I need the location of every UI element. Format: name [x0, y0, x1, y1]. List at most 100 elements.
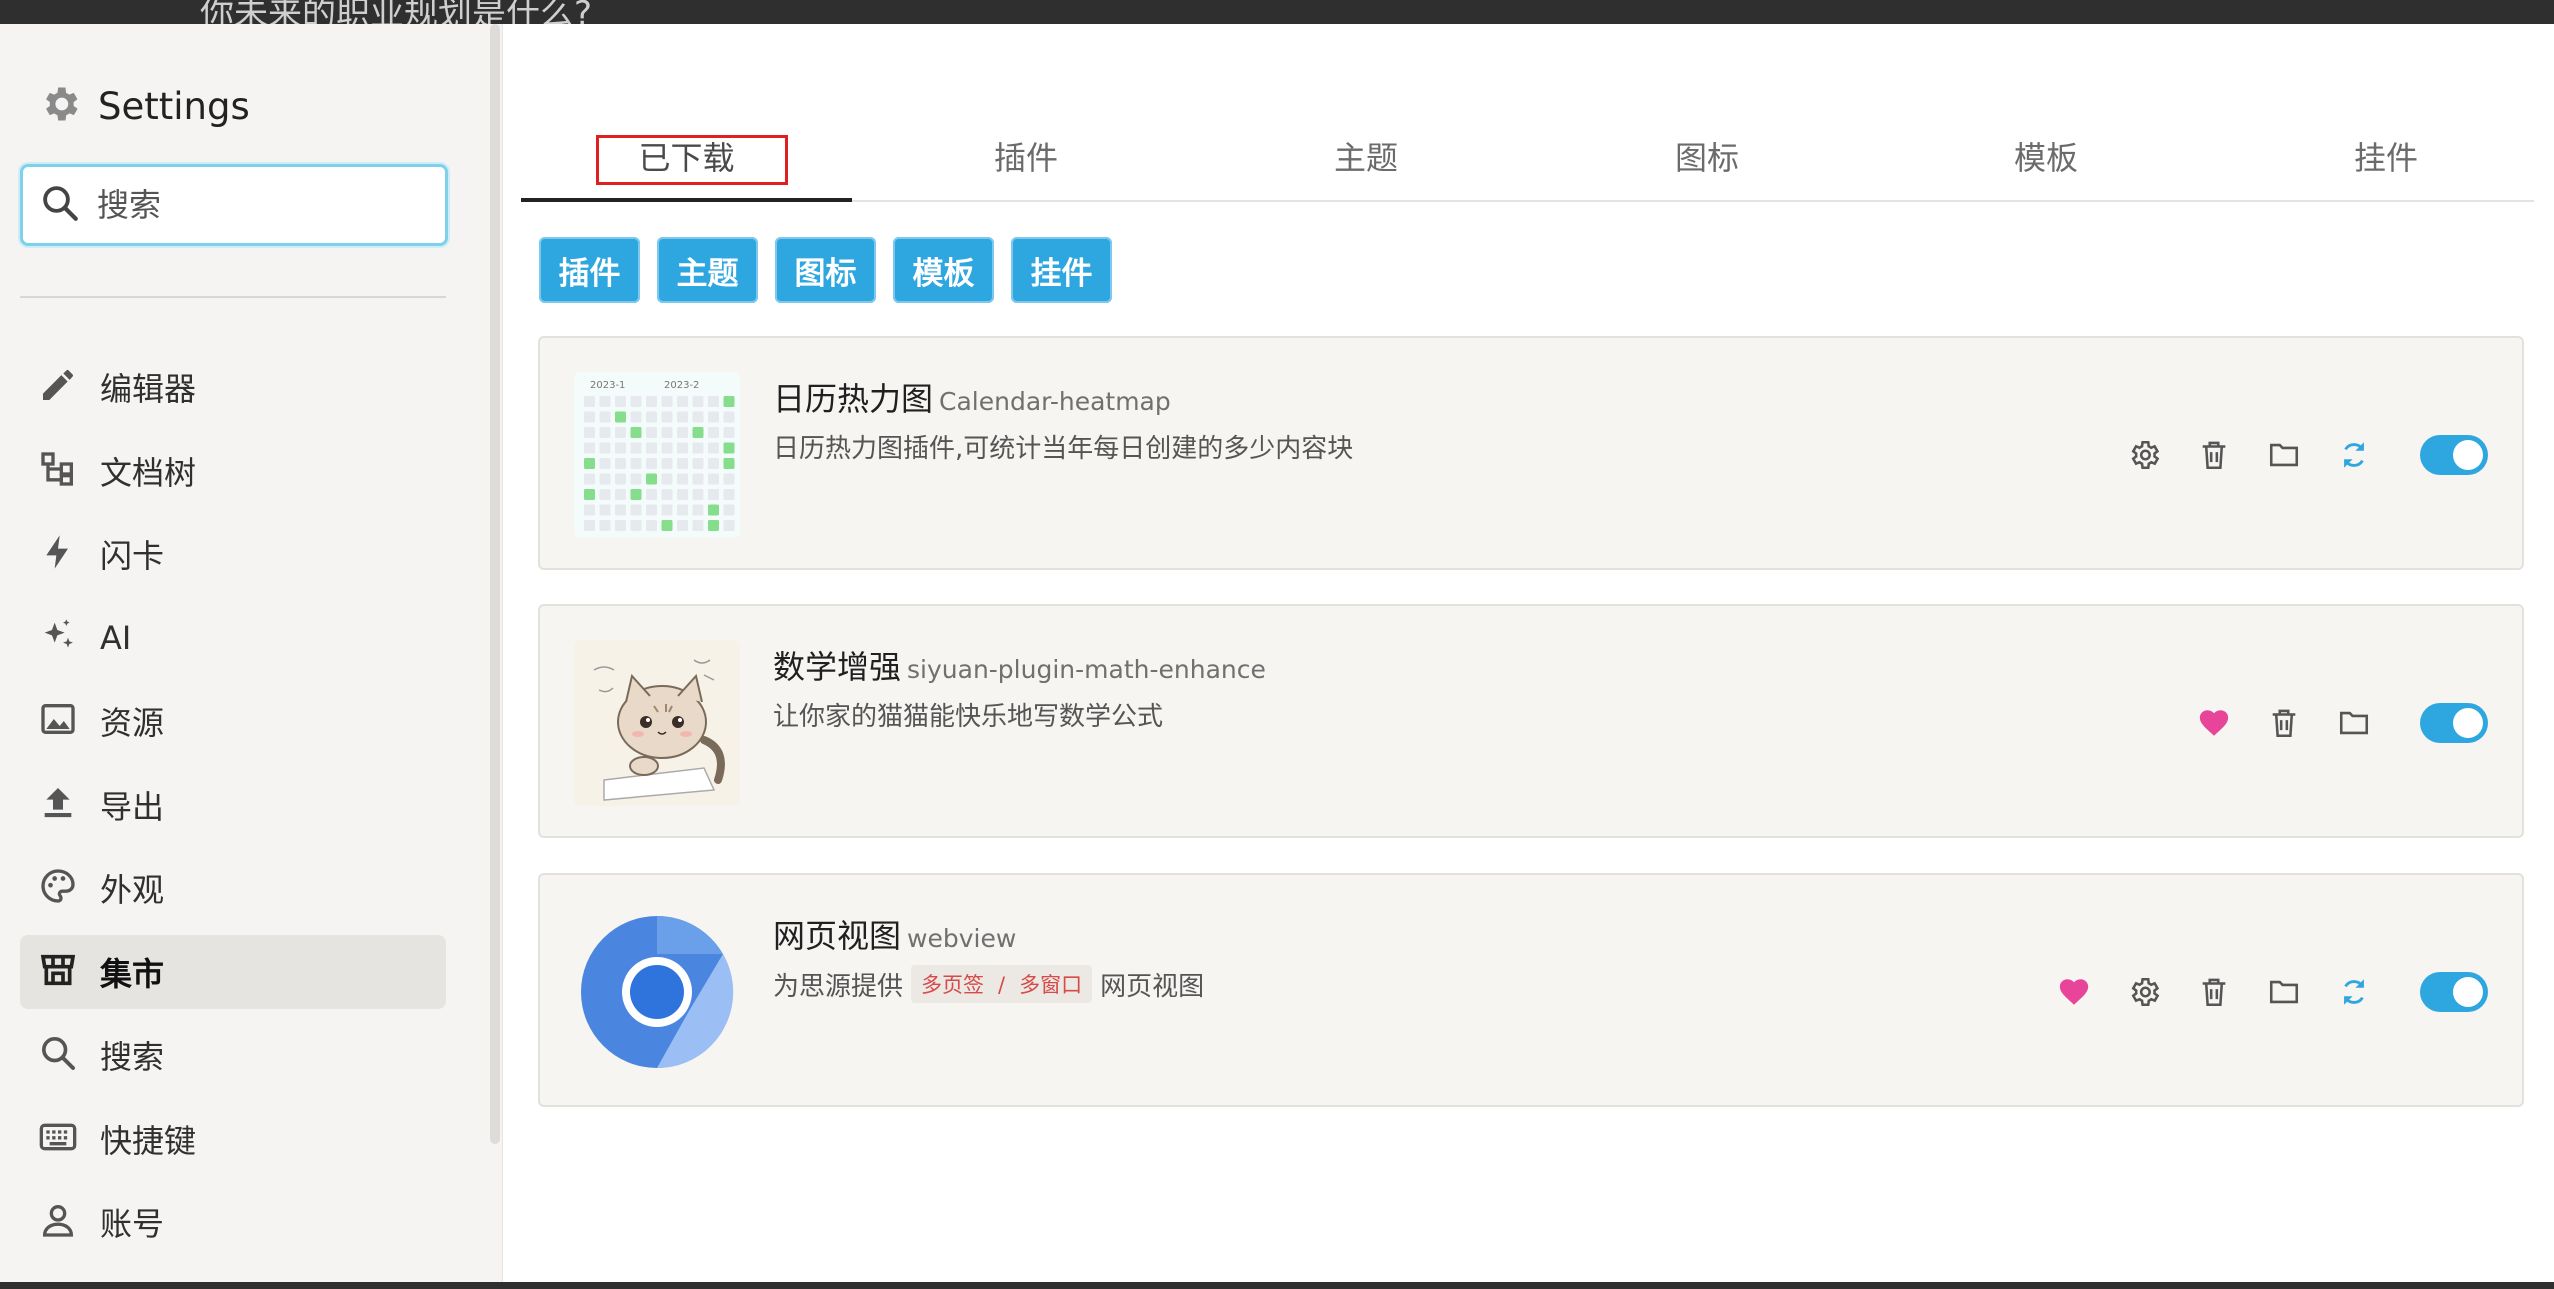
heatmap-cell — [723, 396, 735, 407]
filter-icons-button[interactable]: 图标 — [775, 237, 876, 303]
heart-icon[interactable] — [2054, 972, 2094, 1012]
sidebar-item-account[interactable]: 账号 — [20, 1185, 446, 1259]
settings-nav: 编辑器 文档树 闪卡 AI 资源 导出 外观 集市 搜索 快捷键 账号 — [20, 350, 446, 1269]
heatmap-cell — [708, 396, 719, 407]
heatmap-cell — [661, 489, 673, 500]
gear-icon — [38, 82, 82, 130]
refresh-icon[interactable] — [2334, 435, 2374, 475]
folder-icon[interactable] — [2264, 972, 2304, 1012]
heatmap-cell — [677, 458, 688, 469]
heatmap-cell — [615, 411, 626, 423]
user-icon — [38, 1200, 78, 1244]
plugin-thumbnail — [574, 909, 740, 1075]
plugin-card-math-enhance[interactable]: 数学增强 siyuan-plugin-math-enhance 让你家的猫猫能快乐… — [538, 604, 2524, 838]
heatmap-cell — [723, 442, 735, 454]
folder-icon[interactable] — [2334, 703, 2374, 743]
search-input[interactable] — [95, 185, 429, 225]
sidebar-item-label: 资源 — [100, 704, 165, 742]
trash-icon[interactable] — [2194, 972, 2234, 1012]
plugin-title: 网页视图 webview — [773, 911, 1016, 957]
plugin-desc-after: 网页视图 — [1100, 971, 1205, 1002]
sidebar-item-export[interactable]: 导出 — [20, 768, 446, 842]
heatmap-cell — [692, 458, 704, 469]
tab-templates[interactable]: 模板 — [1876, 120, 2216, 200]
image-icon — [38, 699, 78, 743]
heatmap-cell — [692, 504, 704, 516]
sidebar-item-keymap[interactable]: 快捷键 — [20, 1102, 446, 1176]
heatmap-cell — [723, 473, 735, 485]
heatmap-cell — [584, 520, 595, 531]
settings-title: Settings — [98, 84, 250, 128]
plugin-title: 数学增强 siyuan-plugin-math-enhance — [773, 642, 1266, 688]
heatmap-cell — [630, 411, 642, 423]
sidebar-item-appearance[interactable]: 外观 — [20, 851, 446, 925]
heatmap-cell — [677, 473, 688, 485]
sidebar-item-label: AI — [100, 618, 132, 657]
heart-icon[interactable] — [2194, 703, 2234, 743]
heatmap-cell — [708, 442, 719, 454]
plugin-description: 让你家的猫猫能快乐地写数学公式 — [773, 702, 1164, 732]
store-icon — [38, 950, 78, 994]
heatmap-cell — [692, 489, 704, 500]
tab-themes[interactable]: 主题 — [1196, 120, 1536, 200]
plugin-enable-toggle[interactable] — [2420, 703, 2488, 743]
heatmap-cell — [677, 442, 688, 454]
heatmap-cell — [615, 396, 626, 407]
heatmap-cell — [599, 520, 611, 531]
tab-widgets[interactable]: 挂件 — [2216, 120, 2554, 200]
gear-icon[interactable] — [2124, 435, 2164, 475]
sidebar-item-assets[interactable]: 资源 — [20, 684, 446, 758]
heatmap-cell — [708, 427, 719, 438]
heatmap-cell — [599, 504, 611, 516]
search-icon — [38, 1033, 78, 1077]
filter-widgets-button[interactable]: 挂件 — [1011, 237, 1112, 303]
sidebar-item-editor[interactable]: 编辑器 — [20, 350, 446, 424]
sidebar-item-label: 导出 — [100, 787, 165, 826]
folder-icon[interactable] — [2264, 435, 2304, 475]
tab-icons[interactable]: 图标 — [1537, 120, 1877, 200]
settings-search-box[interactable] — [20, 164, 448, 246]
heatmap-cell — [661, 396, 673, 407]
heatmap-cell — [708, 504, 719, 516]
annotation-highlight-box — [596, 135, 788, 185]
plugin-thumbnail: 2023-1 2023-2 — [574, 372, 740, 538]
heatmap-cell — [661, 520, 673, 531]
filter-themes-button[interactable]: 主题 — [657, 237, 758, 303]
sidebar-item-bazaar[interactable]: 集市 — [20, 934, 446, 1009]
refresh-icon[interactable] — [2334, 972, 2374, 1012]
heatmap-cell — [677, 396, 688, 407]
filter-plugins-button[interactable]: 插件 — [539, 237, 640, 303]
heatmap-cell — [708, 473, 719, 485]
plugin-card-calendar-heatmap[interactable]: 2023-1 2023-2 日历热力图 Calendar-heatmap 日历热力… — [538, 336, 2524, 570]
heatmap-cell — [599, 473, 611, 485]
heatmap-cell — [723, 427, 735, 438]
sidebar-item-flashcard[interactable]: 闪卡 — [20, 517, 446, 591]
trash-icon[interactable] — [2264, 703, 2304, 743]
heatmap-cell — [630, 473, 642, 485]
heatmap-cell — [692, 442, 704, 454]
trash-icon[interactable] — [2194, 435, 2234, 475]
heatmap-cell — [661, 458, 673, 469]
sidebar-item-search[interactable]: 搜索 — [20, 1018, 446, 1092]
heatmap-cell — [661, 473, 673, 485]
palette-icon — [38, 866, 78, 910]
sparkle-icon — [38, 616, 78, 660]
heatmap-cell — [677, 411, 688, 423]
tab-plugins[interactable]: 插件 — [856, 120, 1196, 200]
plugin-id: Calendar-heatmap — [939, 387, 1171, 416]
plugin-actions — [2024, 970, 2488, 1014]
plugin-enable-toggle[interactable] — [2420, 435, 2488, 475]
plugin-card-webview[interactable]: 网页视图 webview 为思源提供 多页签 / 多窗口 网页视图 — [538, 873, 2524, 1107]
heatmap-cell — [708, 489, 719, 500]
filter-templates-button[interactable]: 模板 — [893, 237, 994, 303]
sidebar-item-label: 账号 — [100, 1205, 165, 1243]
heatmap-cell — [708, 520, 719, 531]
gear-icon[interactable] — [2124, 972, 2164, 1012]
sidebar-item-doctree[interactable]: 文档树 — [20, 434, 446, 508]
sidebar-scrollbar[interactable] — [490, 24, 500, 1144]
plugin-name: 日历热力图 — [773, 380, 934, 418]
plugin-enable-toggle[interactable] — [2420, 972, 2488, 1012]
heatmap-cell — [599, 411, 611, 423]
sidebar-item-ai[interactable]: AI — [20, 601, 446, 675]
heatmap-cell — [615, 473, 626, 485]
